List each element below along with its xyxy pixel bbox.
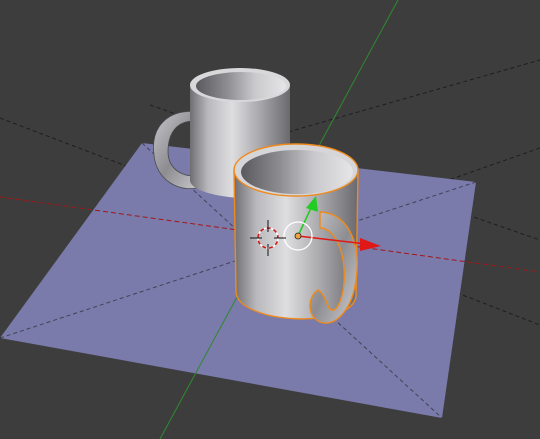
mug-back-inside <box>196 72 286 100</box>
mug-front-inside <box>241 150 353 194</box>
3d-viewport[interactable] <box>0 0 540 439</box>
object-origin-dot <box>294 232 302 240</box>
viewport-canvas[interactable] <box>0 0 540 439</box>
